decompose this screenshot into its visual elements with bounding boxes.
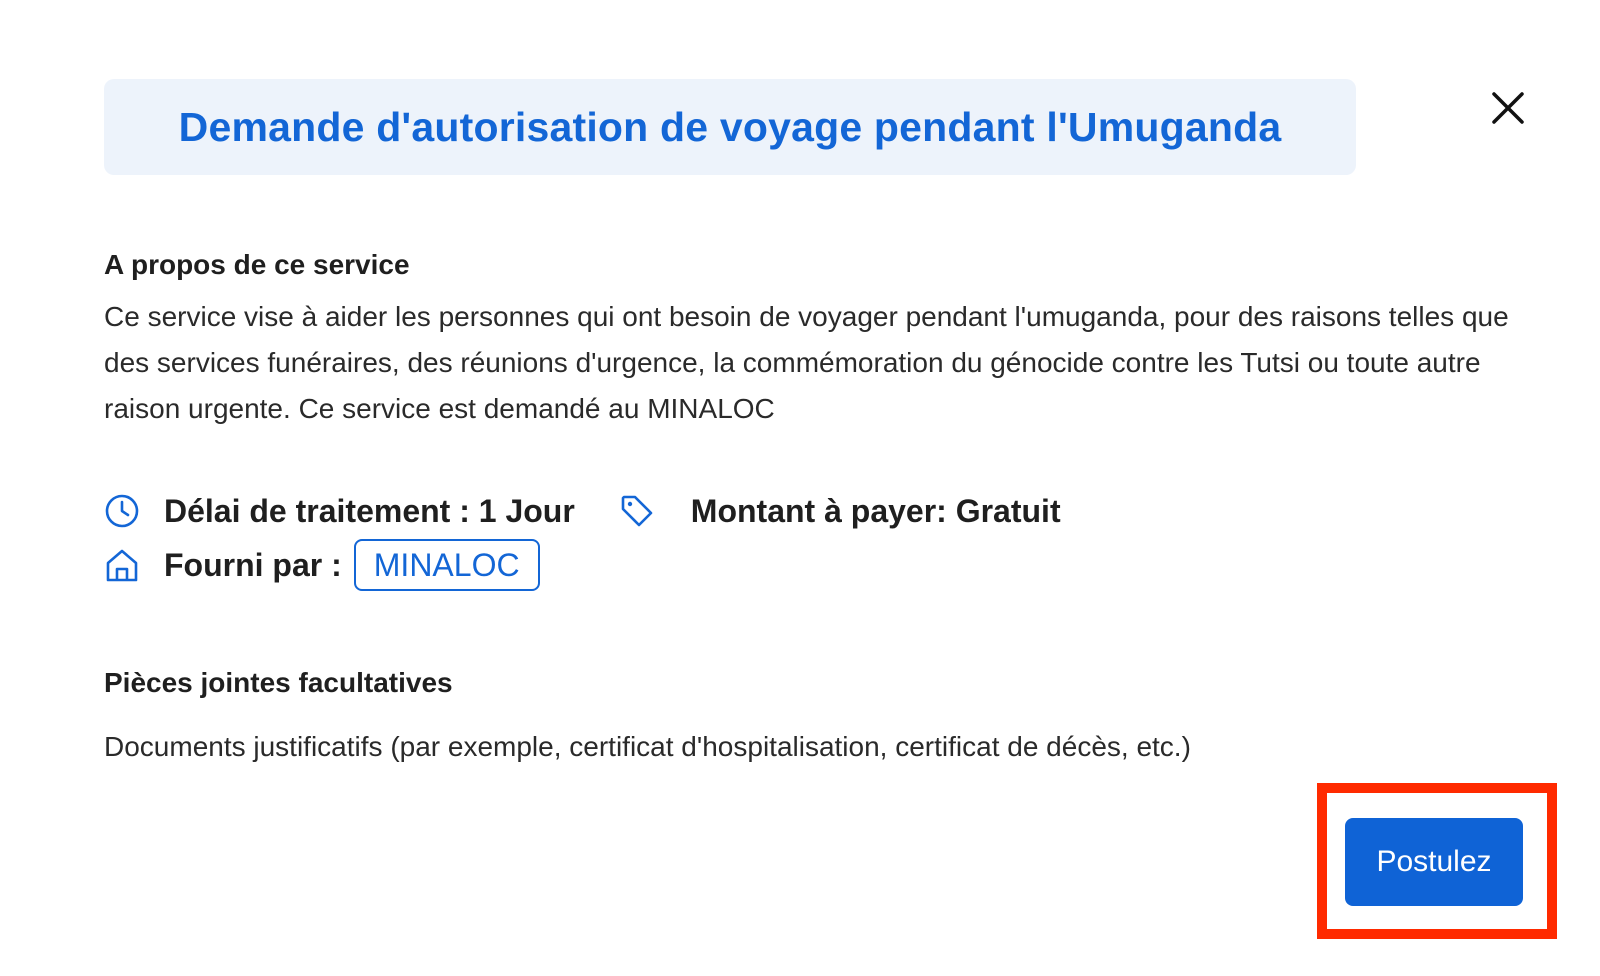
service-modal: Demande d'autorisation de voyage pendant… (0, 0, 1600, 976)
provided-by-label: Fourni par : (164, 546, 342, 583)
about-description: Ce service vise à aider les personnes qu… (104, 301, 1509, 424)
clock-icon (104, 493, 140, 529)
close-icon[interactable] (1488, 88, 1528, 128)
processing-time: Délai de traitement : 1 Jour (164, 492, 575, 529)
about-heading: A propos de ce service (104, 249, 410, 280)
attachments-heading: Pièces jointes facultatives (104, 667, 453, 698)
modal-title-banner: Demande d'autorisation de voyage pendant… (104, 79, 1356, 175)
service-meta-row: Délai de traitement : 1 Jour Montant à p… (104, 486, 1061, 536)
close-button[interactable] (1488, 88, 1528, 128)
provider-chip[interactable]: MINALOC (353, 539, 540, 591)
modal-title: Demande d'autorisation de voyage pendant… (178, 103, 1282, 150)
attachments-description: Documents justificatifs (par exemple, ce… (104, 731, 1191, 762)
apply-button[interactable]: Postulez (1345, 818, 1523, 906)
provider-row: Fourni par : MINALOC (104, 538, 540, 592)
home-icon (104, 547, 140, 583)
tag-icon (619, 493, 655, 529)
amount-to-pay: Montant à payer: Gratuit (690, 492, 1061, 529)
